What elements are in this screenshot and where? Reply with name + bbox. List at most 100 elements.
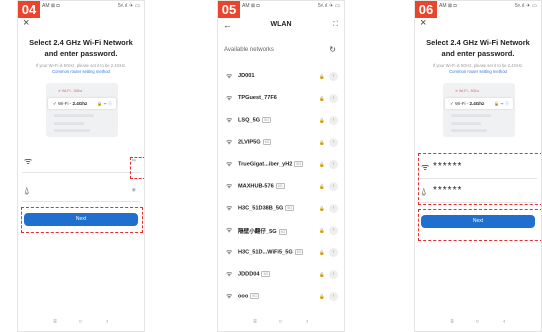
network-name: H3C_51D...WiFi5_5G 5G [238,249,304,256]
scan-icon[interactable]: ⛶ [333,21,338,29]
back-icon[interactable]: ‹ [106,319,108,325]
step-badge: 06 [415,1,437,18]
refresh-icon[interactable]: ↻ [329,45,336,54]
lock-icon: 🔒 [319,228,325,233]
network-name: 2LVIP5G 5G [238,139,272,146]
router-setting-link[interactable]: Common router setting method [20,69,142,75]
chevron-right-icon[interactable]: › [329,94,338,103]
lock-icon: 🔒 [319,118,325,123]
band-tag: 5G [294,249,304,255]
chevron-right-icon[interactable]: › [329,116,338,125]
chevron-right-icon[interactable]: › [329,138,338,147]
lock-icon: 🔒 [319,250,325,255]
band-tag: 5G [294,161,304,167]
network-name: ooo 5G [238,293,260,300]
network-list-item[interactable]: ᯤ TrueGigat...iber_yH2 5G 🔒 › [218,155,344,177]
network-name: TrueGigat...iber_yH2 5G [238,161,304,168]
network-list-item[interactable]: ᯤ H3C_51D...WiFi5_5G 5G 🔒 › [218,243,344,265]
network-list-item[interactable]: ᯤ JDDD04 5G 🔒 › [218,265,344,287]
chevron-right-icon[interactable]: › [329,182,338,191]
system-nav-bar: ≡ ○ ‹ [218,319,344,327]
lock-icon: 🔒 [319,272,325,277]
highlight-next-button [21,207,143,233]
menu-icon[interactable]: ≡ [450,319,454,325]
highlight-next-button [418,209,541,241]
network-list-item[interactable]: ᯤ H3C_51D38B_5G 5G 🔒 › [218,199,344,221]
page-title: WLAN [270,21,292,28]
home-icon[interactable]: ○ [475,319,479,325]
wifi-network-field[interactable]: ᯤ ⇆ [22,153,140,173]
phone-screen-step-5: 05 AM ⊠ ◘ 5ᵍ.ıl ✈ ▭ ← WLAN ⛶ Available n… [217,0,345,332]
wifi-icon: ᯤ [226,139,233,146]
lock-icon: 🔒 [319,162,325,167]
network-name: 隔壁小翻仔_5G 5G [238,228,288,235]
status-time: AM ⊠ ◘ [242,3,260,9]
back-icon[interactable]: ‹ [306,319,308,325]
status-icons: 5ᵍ.ıl ✈ ▭ [317,3,340,9]
band-tag: 5G [262,117,271,123]
network-list-item[interactable]: ᯤ 2LVIP5G 5G 🔒 › [218,133,344,155]
network-name: H3C_51D38B_5G 5G [238,205,295,212]
wifi-icon: ᯤ [226,73,233,80]
frequency-hint: If your Wi-Fi is 5GHz, please set it to … [20,63,142,75]
network-illustration: ✕ Wi-Fi - 5Ghz ✓ Wi-Fi - 2.4Ghz 🔒 ᯤ ⓘ [443,83,515,137]
page-title: Select 2.4 GHz Wi-Fi Network and enter p… [426,38,530,58]
network-list-item[interactable]: ᯤ LSQ_5G 5G 🔒 › [218,111,344,133]
wifi-icon: ᯤ [226,293,233,300]
home-icon[interactable]: ○ [78,319,82,325]
phone-screen-step-4: 04 AM ⊠ ◘ 5ᵍ.ıl ✈ ▭ × Select 2.4 GHz Wi-… [17,0,145,332]
chevron-right-icon[interactable]: › [329,204,338,213]
lock-icon: ⍙ [24,185,30,195]
band-tag: 5G [262,139,272,145]
close-icon[interactable]: × [420,18,426,29]
band-tag: 5G [285,205,295,211]
show-password-icon[interactable]: ◉ [132,187,136,193]
network-list-item[interactable]: ᯤ JD001 🔒 › [218,67,344,89]
chevron-right-icon[interactable]: › [329,226,338,235]
home-icon[interactable]: ○ [278,319,282,325]
menu-icon[interactable]: ≡ [253,319,257,325]
wifi-icon: ᯤ [226,249,233,256]
router-setting-link[interactable]: Common router setting method [417,69,539,75]
lock-icon: 🔒 [319,96,325,101]
network-list-item[interactable]: ᯤ TPGuest_77F6 🔒 › [218,89,344,111]
frequency-hint: If your Wi-Fi is 5GHz, please set it to … [417,63,539,75]
system-nav-bar: ≡ ○ ‹ [18,319,144,327]
network-illustration: ✕ Wi-Fi - 5Ghz ✓ Wi-Fi - 2.4Ghz 🔒 ᯤ ⓘ [46,83,118,137]
lock-icon: 🔒 [319,140,325,145]
wifi-icon: ᯤ [226,227,233,234]
back-icon[interactable]: ‹ [503,319,505,325]
close-icon[interactable]: × [23,18,29,29]
chevron-right-icon[interactable]: › [329,270,338,279]
step-badge: 04 [18,1,40,18]
wifi-icon: ᯤ [226,183,233,190]
lock-icon: 🔒 [319,294,325,299]
wifi-icon: ᯤ [226,95,233,102]
status-icons: 5ᵍ.ıl ✈ ▭ [514,3,537,9]
wifi-icon: ᯤ [226,161,233,168]
network-list-item[interactable]: ᯤ ooo 5G 🔒 › [218,287,344,309]
network-name: TPGuest_77F6 [238,95,277,101]
wlan-header: ← WLAN ⛶ [218,19,344,33]
chevron-right-icon[interactable]: › [329,248,338,257]
network-list-item[interactable]: ᯤ MAXHUB-576 5G 🔒 › [218,177,344,199]
step-badge: 05 [218,1,240,18]
band-tag: 5G [261,271,271,277]
password-field[interactable]: ⍙ ◉ [22,182,140,202]
band-tag: 5G [275,183,285,189]
status-time: AM ⊠ ◘ [42,3,60,9]
lock-icon: 🔒 [319,206,325,211]
wifi-icon: ᯤ [226,117,233,124]
chevron-right-icon[interactable]: › [329,160,338,169]
chevron-right-icon[interactable]: › [329,292,338,301]
lock-icon: 🔒 [319,184,325,189]
status-time: AM ⊠ ◘ [439,3,457,9]
highlight-switch-network [130,157,144,179]
chevron-right-icon[interactable]: › [329,72,338,81]
menu-icon[interactable]: ≡ [53,319,57,325]
network-list: ᯤ JD001 🔒 › ᯤ TPGuest_77F6 🔒 › ᯤ LSQ_5G 5G 🔒 › ᯤ 2LVIP… [218,67,344,309]
available-networks-label: Available networks [224,47,274,53]
wifi-icon: ᯤ [226,205,233,212]
network-name: MAXHUB-576 5G [238,183,285,190]
network-list-item[interactable]: ᯤ 隔壁小翻仔_5G 5G 🔒 › [218,221,344,243]
